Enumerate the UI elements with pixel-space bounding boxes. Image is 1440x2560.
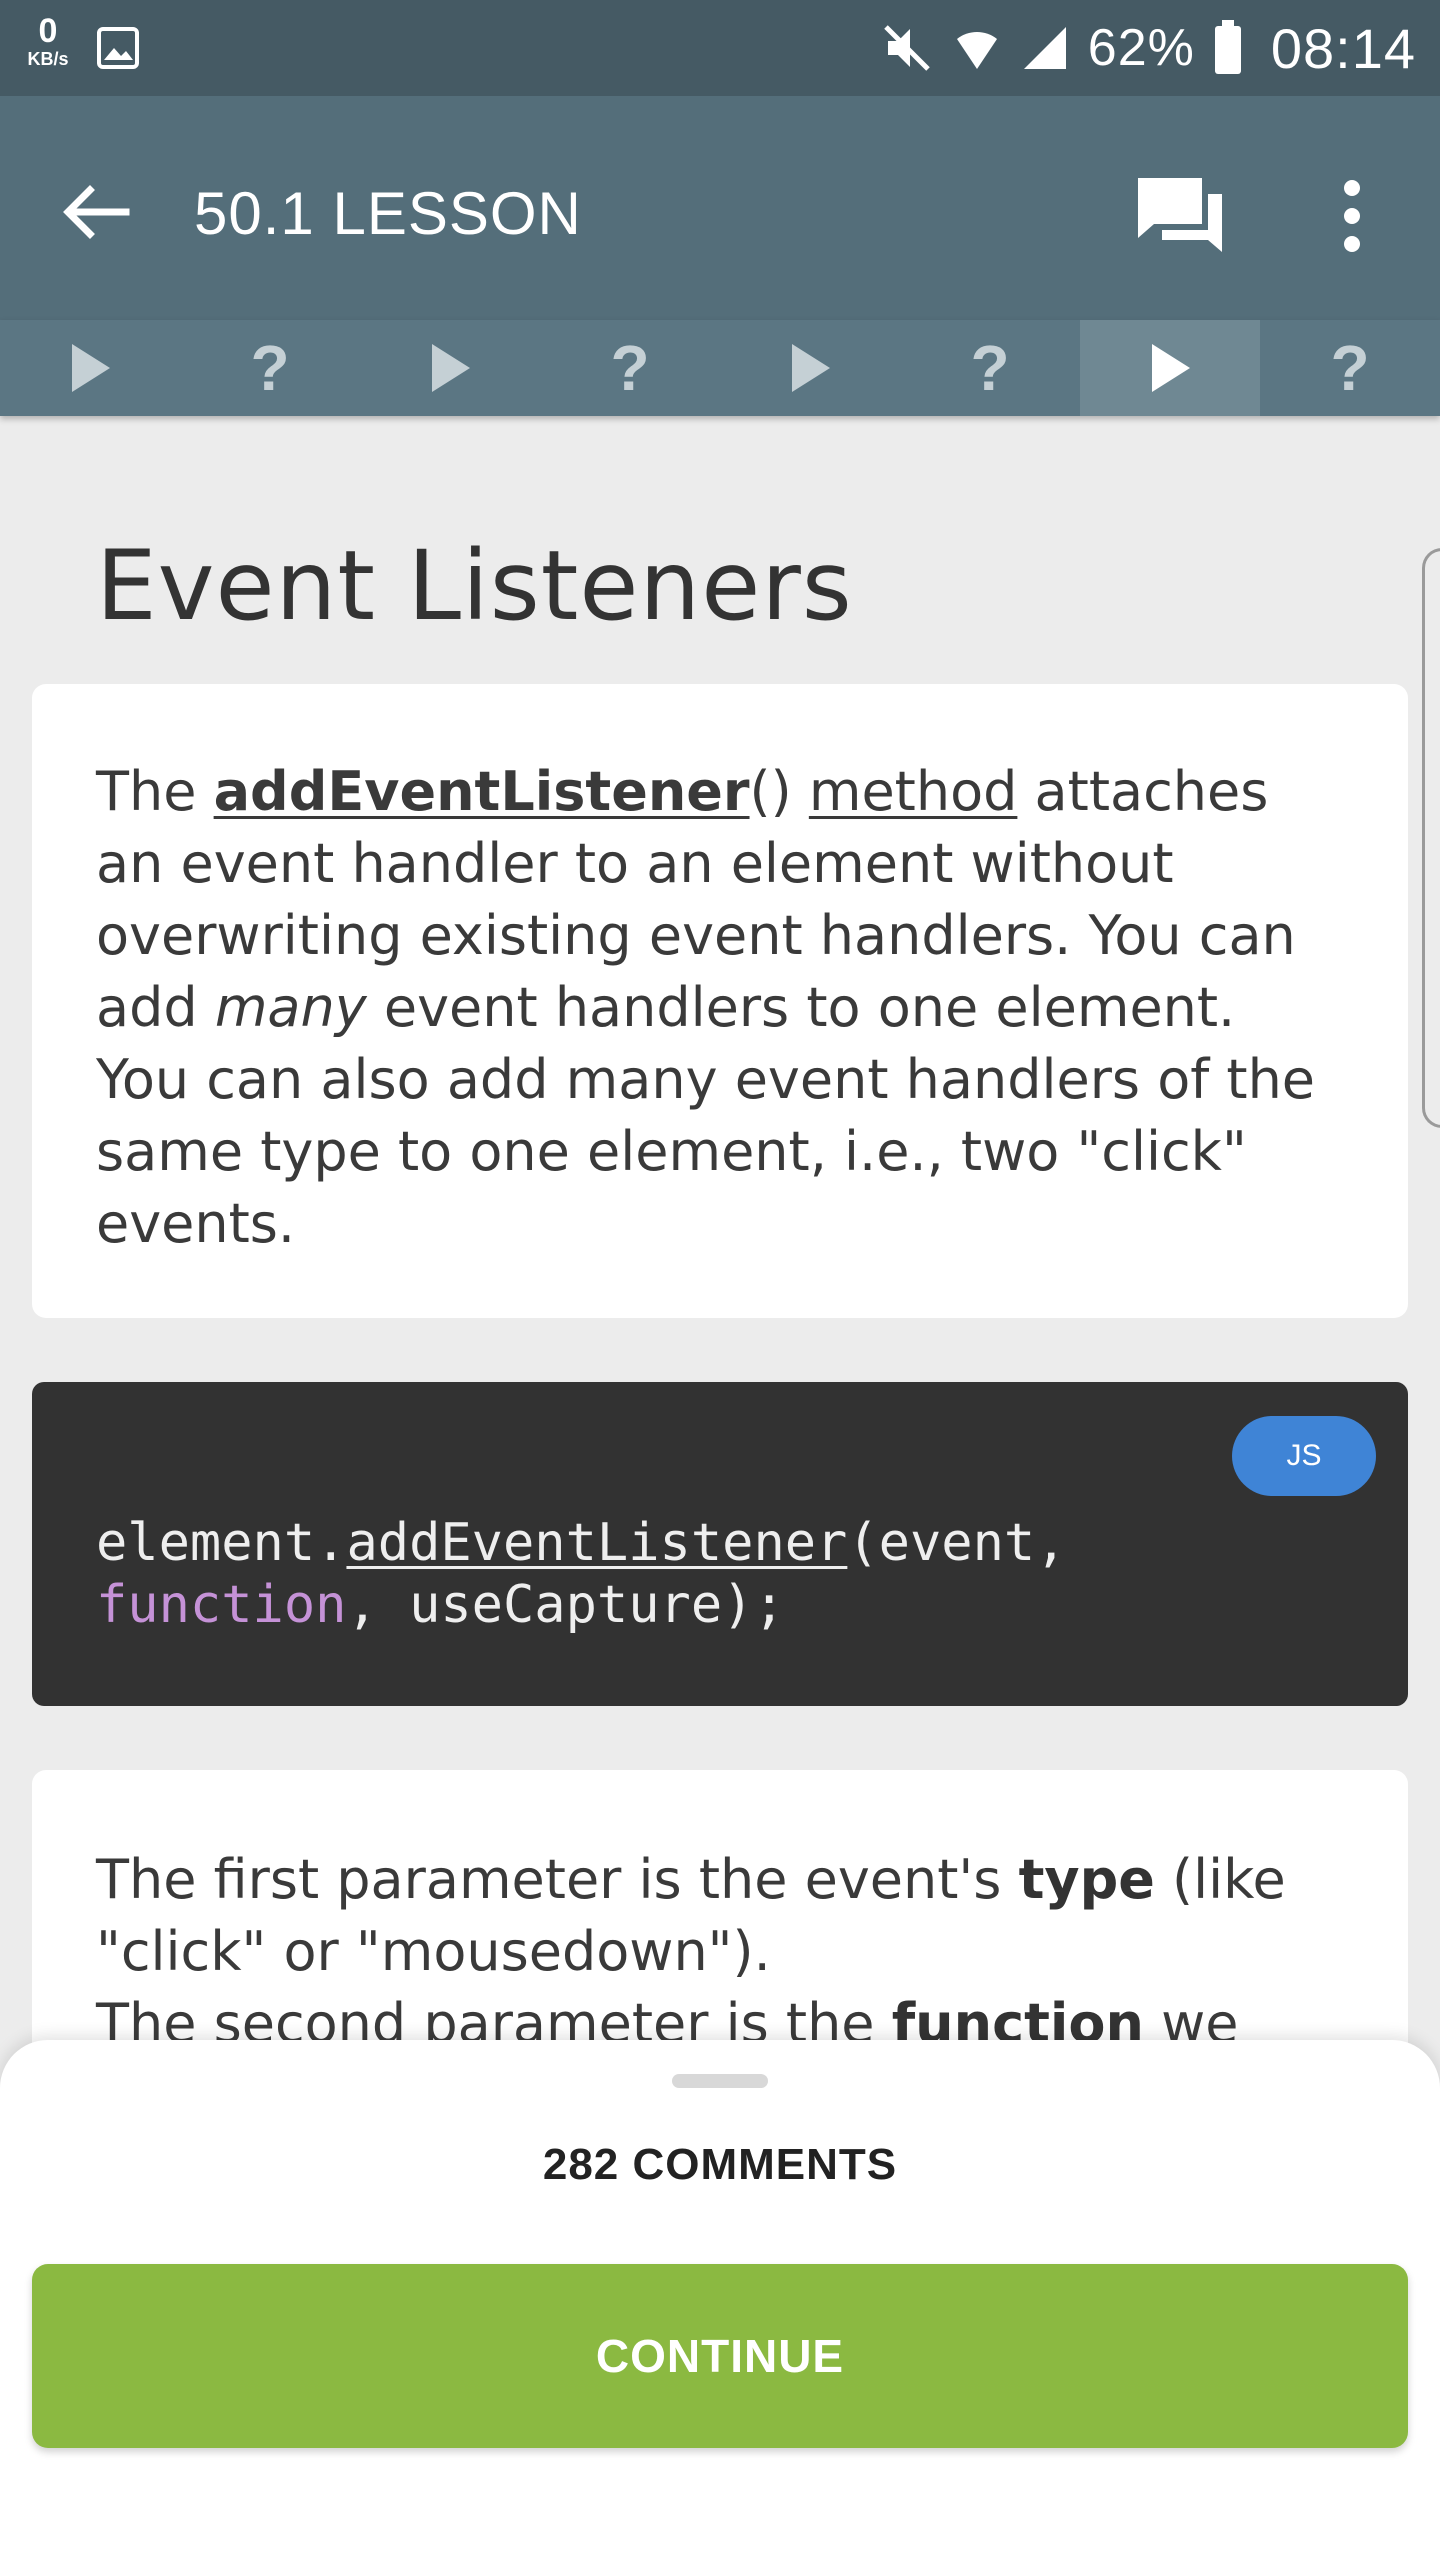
step-lesson[interactable] [0, 320, 180, 416]
network-speed-unit: KB/s [27, 49, 69, 69]
play-icon [432, 344, 470, 392]
lesson-title: Event Listeners [96, 530, 853, 642]
bottom-sheet: 282 COMMENTS CONTINUE [0, 2040, 1440, 2560]
code-keyword: function [96, 1575, 347, 1635]
method-term-link[interactable]: method [809, 760, 1018, 823]
question-icon: ? [970, 332, 1010, 404]
question-icon: ? [610, 332, 650, 404]
step-quiz[interactable]: ? [540, 320, 720, 416]
step-lesson[interactable] [1080, 320, 1260, 416]
code-token: element. [96, 1513, 347, 1573]
text-run: The [96, 760, 214, 823]
code-token: (event, [847, 1513, 1067, 1573]
text-run: You can also add many event handlers of … [96, 1048, 1316, 1255]
comments-icon[interactable] [1132, 168, 1228, 264]
code-text: element.addEventListener(event, function… [96, 1512, 1067, 1636]
status-bar: 0 KB/s 62% 08:14 [0, 0, 1440, 96]
signal-icon [1023, 27, 1066, 69]
step-quiz[interactable]: ? [180, 320, 360, 416]
play-icon [72, 344, 110, 392]
more-options-icon[interactable] [1330, 168, 1374, 264]
app-bar: 50.1 LESSON [0, 96, 1440, 320]
back-arrow-icon[interactable] [56, 172, 136, 252]
play-icon [792, 344, 830, 392]
code-function-link[interactable]: addEventListener [346, 1513, 847, 1573]
step-quiz[interactable]: ? [900, 320, 1080, 416]
comments-count-button[interactable]: 282 COMMENTS [0, 2140, 1440, 2190]
lesson-paragraph: The addEventListener() method attaches a… [96, 756, 1348, 1260]
network-speed: 0 KB/s [18, 14, 78, 68]
network-speed-value: 0 [38, 12, 58, 50]
lesson-text-card: The addEventListener() method attaches a… [32, 684, 1408, 1318]
step-lesson[interactable] [720, 320, 900, 416]
sheet-drag-handle[interactable] [672, 2074, 768, 2088]
question-icon: ? [1330, 332, 1370, 404]
next-card-edge [1422, 548, 1440, 1128]
clock: 08:14 [1270, 16, 1416, 80]
mute-icon [884, 25, 930, 71]
step-quiz[interactable]: ? [1260, 320, 1440, 416]
wifi-icon [956, 31, 997, 69]
text-run: () [749, 760, 809, 823]
emphasis-many: many [214, 976, 367, 1039]
code-token: , useCapture); [346, 1575, 785, 1635]
text-run: event handlers to one element. [366, 976, 1236, 1039]
lesson-steps: ???? [0, 320, 1440, 416]
text-run: The first parameter is the event's [96, 1848, 1019, 1911]
method-name-link[interactable]: addEventListener [214, 760, 750, 823]
language-badge[interactable]: JS [1232, 1416, 1376, 1496]
page-title: 50.1 LESSON [194, 180, 582, 247]
image-notification-icon [97, 27, 139, 69]
emphasis-type: type [1018, 1848, 1155, 1911]
question-icon: ? [250, 332, 290, 404]
battery-percentage: 62% [1087, 19, 1195, 77]
step-lesson[interactable] [360, 320, 540, 416]
continue-button[interactable]: CONTINUE [32, 2264, 1408, 2448]
battery-icon [1214, 20, 1241, 74]
code-block: JS element.addEventListener(event, funct… [32, 1382, 1408, 1706]
play-icon [1152, 344, 1190, 392]
